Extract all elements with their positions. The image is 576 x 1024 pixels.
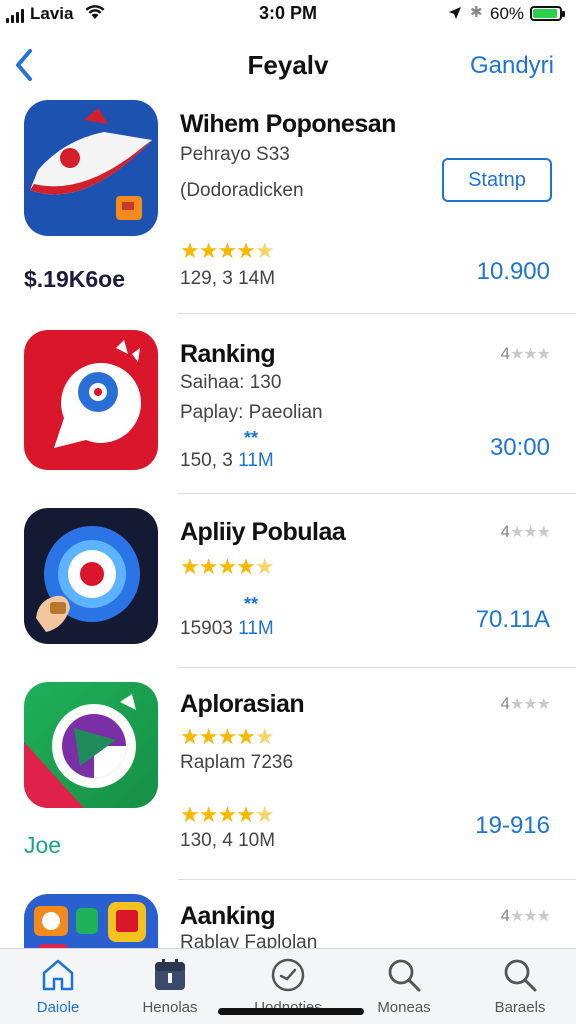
meta-text: 15903: [180, 618, 233, 639]
location-arrow-icon: [449, 7, 461, 19]
star-rating-secondary: ★★★★★: [180, 802, 275, 827]
rating-summary: 4★★★: [500, 344, 552, 363]
app-icon[interactable]: [24, 894, 158, 948]
app-icon[interactable]: [24, 682, 158, 808]
download-count: 10.900: [476, 258, 550, 285]
app-icon[interactable]: [24, 100, 158, 236]
download-count: 19-916: [475, 812, 550, 839]
camera-lens-icon: [24, 330, 158, 470]
app-meta: 15903 11M: [180, 618, 274, 640]
target-icon: [24, 508, 158, 644]
app-title: Ranking: [180, 340, 276, 368]
download-count: 30:00: [489, 434, 550, 461]
list-item[interactable]: Aplorasian 4★★★ ★★★★★ Raplam 7236 ★★★★★ …: [0, 668, 576, 880]
get-button[interactable]: Statnp: [442, 158, 552, 202]
battery-percent: 60%: [490, 4, 525, 23]
app-subtitle: Rablay Faplolan: [180, 932, 318, 948]
tab-label: Moneas: [377, 999, 431, 1016]
tab-search[interactable]: Moneas: [354, 957, 454, 1021]
chat-bubble-icon: [24, 682, 158, 808]
rating-value: 4: [500, 694, 510, 713]
star-rating: ★★★★★: [180, 554, 275, 579]
search-icon: [504, 959, 537, 992]
star-rating: ★★★★★: [180, 238, 275, 263]
clock-icon: [271, 958, 305, 992]
meta-text: 150, 3: [180, 450, 233, 471]
badge: **: [244, 428, 259, 448]
home-icon: [42, 959, 74, 991]
rating-value: 4: [500, 522, 510, 541]
tab-label: Henolas: [142, 999, 198, 1016]
app-meta: 129, 3 14M: [180, 268, 276, 289]
badge: **: [244, 594, 259, 614]
paper-boat-icon: [24, 100, 158, 236]
rating-summary: 4★★★: [500, 522, 552, 541]
rating-summary: 4★★★: [500, 906, 552, 925]
nav-right-button[interactable]: Gandyri: [470, 52, 554, 80]
app-subtitle: Raplam 7236: [180, 752, 294, 773]
app-icon[interactable]: [24, 508, 158, 644]
status-bar: Lavia 3:0 PM ✱ 60%: [0, 0, 576, 30]
price-label: $.19K6oe: [24, 266, 126, 292]
app-meta: 130, 4 10M: [180, 830, 276, 851]
app-subtitle: Saihaa: 130: [180, 372, 282, 393]
navigation-bar: Feyalv Gandyri: [0, 38, 576, 94]
meta-size: 11M: [238, 450, 274, 471]
tab-label: Baraels: [494, 999, 546, 1016]
list-item[interactable]: Ranking Saihaa: 130 Paplay: Paeolian 4★★…: [0, 314, 576, 494]
category-label: Joe: [24, 832, 62, 858]
list-item[interactable]: Aanking 4★★★ Rablay Faplolan: [0, 880, 576, 948]
battery-icon: [530, 6, 565, 21]
app-title: Apliiy Pobulaa: [180, 518, 346, 546]
download-count: 70.11A: [475, 606, 550, 633]
grid-apps-icon: [24, 894, 158, 948]
app-meta: 150, 3 11M: [180, 450, 274, 472]
app-title: Wihem Poponesan: [180, 110, 396, 138]
home-indicator[interactable]: [218, 1008, 364, 1015]
app-list: Wihem Poponesan Pehrayo S33 (Dodoradicke…: [0, 96, 576, 948]
meta-size: 11M: [238, 618, 274, 639]
app-title: Aplorasian: [180, 690, 305, 718]
app-subtitle: Pehrayo S33: [180, 144, 290, 165]
tab-label: Daiole: [36, 999, 80, 1016]
rating-value: 4: [500, 906, 510, 925]
list-item[interactable]: Apliiy Pobulaa 4★★★ ★★★★★ ** 15903 11M 7…: [0, 494, 576, 668]
search-icon: [388, 959, 421, 992]
rating-summary: 4★★★: [500, 694, 552, 713]
list-item[interactable]: Wihem Poponesan Pehrayo S33 (Dodoradicke…: [0, 96, 576, 314]
app-developer: (Dodoradicken: [180, 180, 304, 201]
bluetooth-icon: ✱: [470, 4, 483, 21]
star-rating: ★★★★★: [180, 724, 275, 749]
calendar-icon: [155, 959, 185, 990]
tab-search-secondary[interactable]: Baraels: [470, 957, 570, 1021]
app-icon[interactable]: [24, 330, 158, 470]
tab-calendar[interactable]: Henolas: [120, 957, 220, 1021]
app-developer: Paplay: Paeolian: [180, 402, 323, 423]
app-title: Aanking: [180, 902, 276, 930]
tab-home[interactable]: Daiole: [8, 957, 108, 1021]
rating-value: 4: [500, 344, 510, 363]
